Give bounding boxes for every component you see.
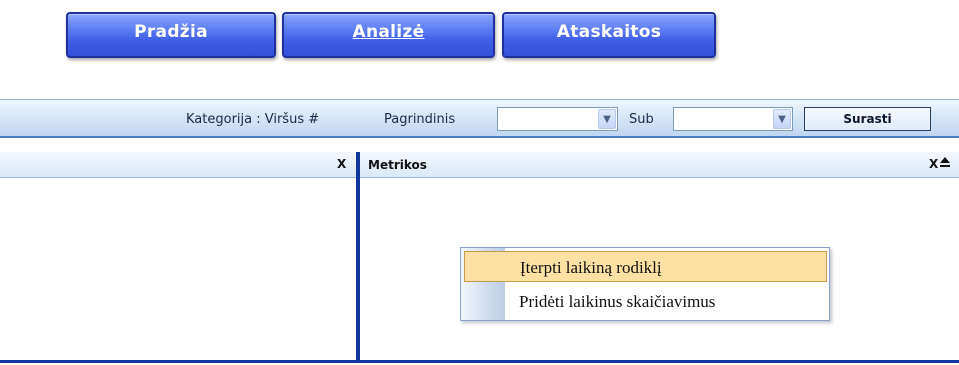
chevron-down-icon[interactable]: ▼ xyxy=(773,109,791,129)
metrics-panel-close-icon[interactable]: X xyxy=(929,157,938,171)
main-category-select[interactable]: ▼ xyxy=(497,107,618,131)
left-panel-header: X xyxy=(0,152,356,178)
panel-divider[interactable] xyxy=(356,152,360,363)
filter-bar: Kategorija : Viršus # Pagrindinis ▼ Sub … xyxy=(0,99,959,138)
context-menu: Įterpti laikiną rodiklį Pridėti laikinus… xyxy=(460,247,830,321)
menu-item-label: Pridėti laikinus skaičiavimus xyxy=(519,292,716,311)
eject-icon[interactable] xyxy=(939,156,951,168)
menu-item-add-temp-calculations[interactable]: Pridėti laikinus skaičiavimus xyxy=(464,286,827,317)
tab-ataskaitos-label: Ataskaitos xyxy=(556,22,662,42)
menu-item-insert-temp-indicator[interactable]: Įterpti laikiną rodiklį xyxy=(464,251,827,282)
chevron-down-icon[interactable]: ▼ xyxy=(598,109,616,129)
bottom-border xyxy=(0,360,959,363)
sub-category-select[interactable]: ▼ xyxy=(673,107,793,131)
sub-category-label: Sub xyxy=(629,112,654,127)
tab-analize-label: Analizė xyxy=(352,22,425,42)
menu-item-label: Įterpti laikiną rodiklį xyxy=(520,258,662,277)
metrics-panel-title: Metrikos xyxy=(368,158,427,172)
tab-pradzia[interactable]: Pradžia xyxy=(66,12,276,58)
tab-ataskaitos[interactable]: Ataskaitos xyxy=(502,12,716,58)
tab-pradzia-label: Pradžia xyxy=(134,22,208,42)
left-panel-close-icon[interactable]: X xyxy=(337,157,346,171)
metrics-panel-header: Metrikos X xyxy=(360,152,959,178)
category-label: Kategorija : Viršus # xyxy=(186,112,320,127)
main-category-label: Pagrindinis xyxy=(384,112,456,127)
tab-analize[interactable]: Analizė xyxy=(282,12,495,58)
search-button[interactable]: Surasti xyxy=(804,107,931,131)
